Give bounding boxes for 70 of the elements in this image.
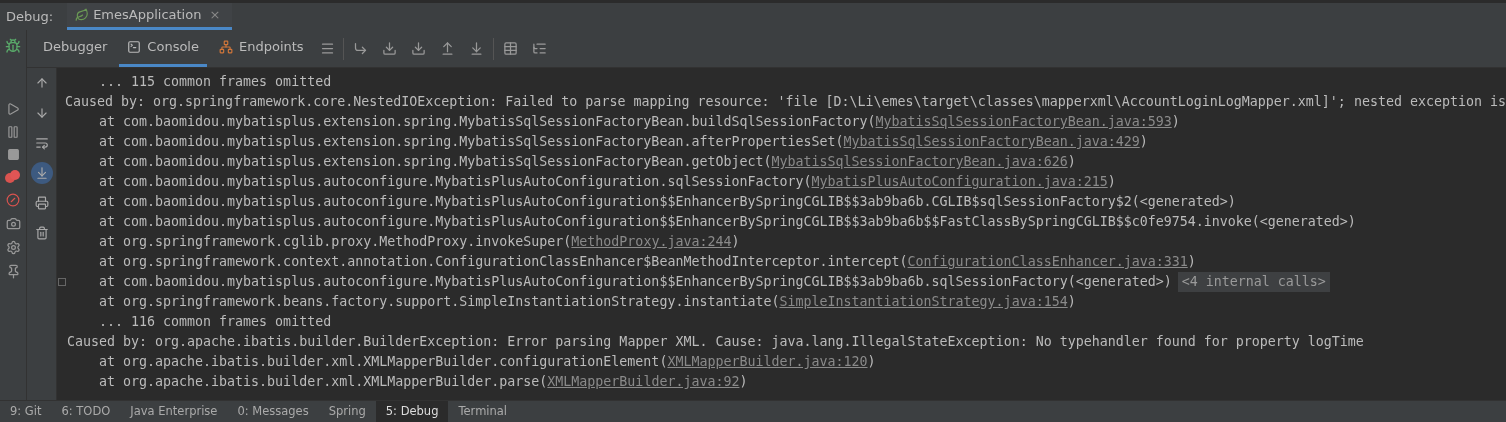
source-link[interactable]: MybatisPlusAutoConfiguration.java:215 — [811, 172, 1108, 192]
step-into-icon[interactable] — [381, 41, 397, 56]
tab-label: Endpoints — [238, 38, 304, 57]
force-step-into-icon[interactable] — [410, 41, 426, 56]
mute-breakpoints-icon[interactable] — [6, 193, 20, 207]
stack-frame-line: at com.baomidou.mybatisplus.extension.spring.MybatisSqlSessionFactoryBean.getObject( — [99, 153, 772, 171]
endpoints-icon — [218, 40, 233, 54]
debug-tab[interactable]: Debugger — [35, 30, 116, 67]
tool-window-tab[interactable]: Terminal — [448, 401, 518, 422]
fold-icon[interactable] — [58, 278, 66, 286]
stack-frame-line: at org.springframework.beans.factory.support.SimpleInstantiationStrategy.instantiate( — [99, 293, 780, 311]
bug-icon[interactable] — [5, 38, 21, 54]
pause-icon[interactable] — [6, 125, 20, 139]
breakpoints-icon[interactable] — [5, 170, 21, 184]
exception-line: Caused by: org.apache.ibatis.builder.BuilderException: Error parsing Mapper XML. Cause: java.lang.IllegalStateException: No typehandler found for property logTime — [67, 333, 1364, 351]
menu-icon[interactable] — [319, 41, 335, 56]
tool-window-tab[interactable]: 9: Git — [0, 401, 52, 422]
stack-frame-line: at org.springframework.context.annotation.ConfigurationClassEnhancer$BeanMethodInterceptor.intercept( — [99, 253, 908, 271]
source-link[interactable]: XMLMapperBuilder.java:120 — [667, 352, 868, 372]
tool-window-tab[interactable]: 6: TODO — [51, 401, 121, 422]
stack-frame-line: at org.apache.ibatis.builder.xml.XMLMapperBuilder.configurationElement( — [99, 353, 668, 371]
debug-tab[interactable]: Console — [119, 30, 207, 67]
step-over-icon[interactable] — [352, 41, 368, 56]
tool-window-tab[interactable]: Spring — [318, 401, 376, 422]
source-link[interactable]: ConfigurationClassEnhancer.java:331 — [907, 252, 1188, 272]
closing-paren: ) — [1139, 133, 1148, 151]
source-link[interactable]: MethodProxy.java:244 — [571, 232, 732, 252]
closing-paren: ) — [739, 373, 748, 391]
stack-frame-line: at org.springframework.cglib.proxy.MethodProxy.invokeSuper( — [99, 233, 572, 251]
source-link[interactable]: MybatisSqlSessionFactoryBean.java:593 — [875, 112, 1172, 132]
omitted-frames-line: ... 116 common frames omitted — [99, 313, 332, 331]
stack-frame-line: at com.baomidou.mybatisplus.extension.spring.MybatisSqlSessionFactoryBean.buildSqlSessionFactory( — [99, 113, 876, 131]
close-icon[interactable]: × — [205, 5, 225, 25]
pin-icon[interactable] — [5, 264, 21, 279]
exception-line: Caused by: org.springframework.core.NestedIOException: Failed to parse mapping resource: 'file [D:\Li\emes\target\classes\mapperxml\AccountLoginLogMapper.xml]'; nested exception is — [65, 93, 1506, 111]
closing-paren: ) — [1067, 153, 1076, 171]
tool-window-tab[interactable]: 5: Debug — [375, 401, 449, 422]
leaf-icon — [75, 8, 90, 22]
internal-calls-badge[interactable]: <4 internal calls> — [1177, 272, 1330, 292]
tab-label: EmesApplication — [93, 6, 202, 25]
closing-paren: ) — [1187, 253, 1196, 271]
tool-window-tab[interactable]: Java Enterprise — [120, 401, 228, 422]
closing-paren: ) — [1067, 293, 1076, 311]
run-tab[interactable]: EmesApplication × — [67, 3, 233, 30]
stack-frame-line: at com.baomidou.mybatisplus.autoconfigure.MybatisPlusAutoConfiguration$$EnhancerBySpringCGLIB$$3ab9ba6b.sqlSessionFactory(<generated>) — [99, 273, 1172, 291]
resume-icon[interactable] — [6, 102, 20, 116]
debug-tab[interactable]: Endpoints — [210, 30, 312, 67]
camera-icon[interactable] — [5, 216, 21, 231]
tab-label: Console — [147, 38, 199, 57]
source-link[interactable]: XMLMapperBuilder.java:92 — [547, 372, 740, 392]
closing-paren: ) — [1171, 113, 1180, 131]
debug-label: Debug: — [5, 7, 55, 26]
closing-paren: ) — [1107, 173, 1116, 191]
tool-window-tab[interactable]: 0: Messages — [227, 401, 319, 422]
stack-frame-line: at com.baomidou.mybatisplus.autoconfigure.MybatisPlusAutoConfiguration$$EnhancerBySpringCGLIB$$3ab9ba6b$$FastClassBySpringCGLIB$$c0fe9754.invoke(<generated>) — [99, 213, 1356, 231]
closing-paren: ) — [731, 233, 740, 251]
source-link[interactable]: MybatisSqlSessionFactoryBean.java:429 — [843, 132, 1140, 152]
settings-icon[interactable] — [5, 240, 21, 255]
console-icon — [127, 40, 142, 54]
tab-label: Debugger — [43, 38, 108, 57]
stop-icon[interactable] — [6, 148, 20, 161]
stack-frame-line: at org.apache.ibatis.builder.xml.XMLMapperBuilder.parse( — [99, 373, 548, 391]
stack-frame-line: at com.baomidou.mybatisplus.autoconfigure.MybatisPlusAutoConfiguration$$EnhancerBySpringCGLIB$$3ab9ba6b.CGLIB$sqlSessionFactory$2(<generated>) — [99, 193, 1236, 211]
omitted-frames-line: ... 115 common frames omitted — [99, 73, 332, 91]
stack-frame-line: at com.baomidou.mybatisplus.extension.spring.MybatisSqlSessionFactoryBean.afterPropertiesSet( — [99, 133, 844, 151]
closing-paren: ) — [867, 353, 876, 371]
stack-frame-line: at com.baomidou.mybatisplus.autoconfigure.MybatisPlusAutoConfiguration.sqlSessionFactory( — [99, 173, 812, 191]
source-link[interactable]: MybatisSqlSessionFactoryBean.java:626 — [771, 152, 1068, 172]
scroll-to-end-icon[interactable] — [30, 162, 53, 184]
source-link[interactable]: SimpleInstantiationStrategy.java:154 — [779, 292, 1068, 312]
